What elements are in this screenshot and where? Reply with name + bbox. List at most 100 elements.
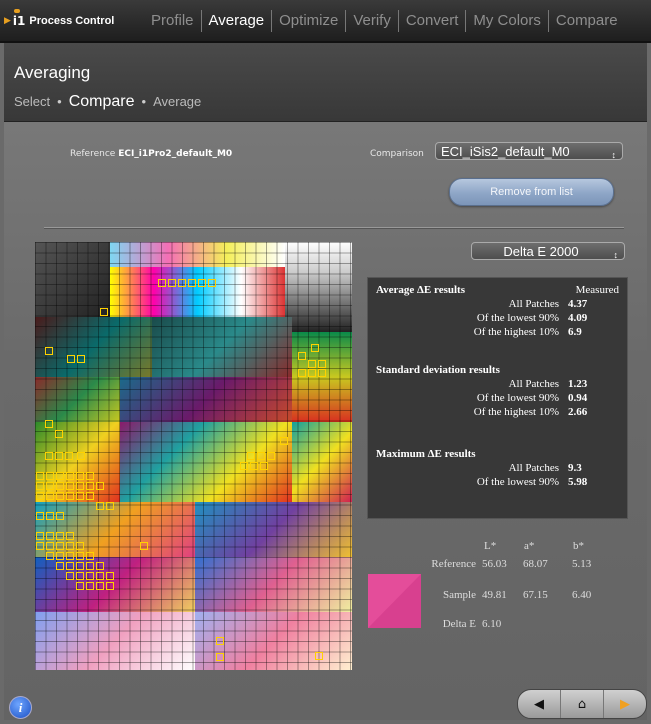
highlighted-patch-marker — [198, 279, 206, 287]
highlighted-patch-marker — [76, 492, 84, 500]
lab-delta-label: Delta E — [442, 618, 476, 630]
measured-column-header: Measured — [575, 284, 619, 296]
lab-sample-a: 67.15 — [523, 589, 548, 601]
highlighted-patch-marker — [56, 482, 64, 490]
breadcrumb-average[interactable]: Average — [153, 94, 201, 109]
highlighted-patch-marker — [298, 352, 306, 360]
result-label: Of the lowest 90% — [476, 476, 559, 488]
app-logo[interactable]: ▶ i1 Process Control — [0, 0, 144, 41]
highlighted-patch-marker — [106, 572, 114, 580]
highlighted-patch-marker — [76, 482, 84, 490]
highlighted-patch-marker — [86, 572, 94, 580]
i1-logo-icon: i1 — [12, 8, 26, 28]
result-row: Of the highest 10% 2.66 — [368, 406, 627, 420]
main-panel: Reference ECI_i1Pro2_default_M0 Comparis… — [4, 122, 647, 720]
lab-header-b: b* — [573, 540, 584, 552]
result-label: Of the lowest 90% — [476, 392, 559, 404]
highlighted-patch-marker — [250, 462, 258, 470]
result-label: Of the highest 10% — [473, 406, 559, 418]
result-row: All Patches 9.3 — [368, 462, 627, 476]
breadcrumb-compare[interactable]: Compare — [69, 93, 135, 111]
comparison-label: Comparison — [370, 149, 424, 159]
highlighted-patch-marker — [36, 512, 44, 520]
comparison-selected: ECI_iSis2_default_M0 — [441, 144, 570, 159]
highlighted-patch-marker — [46, 482, 54, 490]
highlighted-patch-marker — [240, 462, 248, 470]
lab-reference-a: 68.07 — [523, 558, 548, 570]
highlighted-patch-marker — [36, 482, 44, 490]
highlighted-patch-marker — [66, 532, 74, 540]
highlighted-patch-marker — [311, 344, 319, 352]
result-label: All Patches — [508, 462, 559, 474]
highlighted-patch-marker — [318, 360, 326, 368]
highlighted-patch-marker — [66, 572, 74, 580]
back-arrow-icon[interactable]: ◀ — [518, 690, 560, 718]
highlighted-patch-marker — [96, 572, 104, 580]
highlighted-patch-marker — [260, 462, 268, 470]
forward-arrow-icon[interactable]: ▶ — [603, 690, 646, 718]
highlighted-patch-marker — [56, 512, 64, 520]
play-arrow-icon: ▶ — [4, 15, 11, 26]
highlighted-patch-marker — [66, 472, 74, 480]
tab-optimize[interactable]: Optimize — [271, 9, 345, 32]
highlighted-patch-marker — [66, 552, 74, 560]
result-value: 9.3 — [568, 462, 582, 474]
highlighted-patch-marker — [76, 562, 84, 570]
comparison-select[interactable]: ECI_iSis2_default_M0 ↕ — [435, 142, 623, 160]
divider — [44, 227, 624, 229]
lab-sample-b: 6.40 — [572, 589, 592, 601]
tab-average[interactable]: Average — [200, 9, 272, 32]
info-icon[interactable]: i — [9, 696, 32, 719]
highlighted-patch-marker — [45, 420, 53, 428]
lab-delta-value: 6.10 — [482, 618, 502, 630]
breadcrumb-select[interactable]: Select — [14, 94, 50, 109]
highlighted-patch-marker — [66, 492, 74, 500]
breadcrumb: Select • Compare • Average — [14, 93, 201, 111]
result-row: Of the highest 10% 6.9 — [368, 326, 627, 340]
highlighted-patch-marker — [46, 532, 54, 540]
result-row: All Patches 4.37 — [368, 298, 627, 312]
highlighted-patch-marker — [86, 492, 94, 500]
result-label: Of the highest 10% — [473, 326, 559, 338]
tab-verify[interactable]: Verify — [345, 9, 398, 32]
results-header-row: Average ΔE results Measured — [368, 284, 627, 298]
highlighted-patch-marker — [188, 279, 196, 287]
highlighted-patch-marker — [86, 482, 94, 490]
highlighted-patch-marker — [56, 532, 64, 540]
highlighted-patch-marker — [247, 452, 255, 460]
result-row: Of the lowest 90% 0.94 — [368, 392, 627, 406]
highlighted-patch-marker — [106, 582, 114, 590]
result-value: 0.94 — [568, 392, 588, 404]
highlighted-patch-marker — [106, 502, 114, 510]
highlighted-patch-marker — [66, 542, 74, 550]
delta-e-metric-select[interactable]: Delta E 2000 ↕ — [471, 242, 625, 260]
reference-label: Reference ECI_i1Pro2_default_M0 — [70, 149, 232, 159]
lab-header-a: a* — [524, 540, 535, 552]
highlighted-patch-marker — [46, 492, 54, 500]
highlighted-patch-marker — [318, 369, 326, 377]
highlighted-patch-marker — [56, 542, 64, 550]
highlighted-patch-marker — [36, 472, 44, 480]
result-label: All Patches — [508, 378, 559, 390]
reference-value: ECI_i1Pro2_default_M0 — [118, 149, 233, 159]
tab-my-colors[interactable]: My Colors — [465, 9, 548, 32]
highlighted-patch-marker — [56, 562, 64, 570]
tab-profile[interactable]: Profile — [144, 10, 201, 32]
result-value: 1.23 — [568, 378, 588, 390]
highlighted-patch-marker — [140, 542, 148, 550]
highlighted-patch-marker — [46, 472, 54, 480]
highlighted-patch-marker — [168, 279, 176, 287]
home-icon[interactable]: ⌂ — [560, 690, 603, 718]
highlighted-patch-marker — [280, 437, 288, 445]
highlighted-patch-marker — [96, 562, 104, 570]
result-label: Of the lowest 90% — [476, 312, 559, 324]
tab-convert[interactable]: Convert — [397, 9, 466, 32]
tab-compare[interactable]: Compare — [547, 9, 625, 32]
highlighted-patch-marker — [178, 279, 186, 287]
metric-selected: Delta E 2000 — [503, 244, 579, 259]
highlighted-patch-marker — [36, 532, 44, 540]
page-header: Averaging Select • Compare • Average — [4, 43, 647, 122]
highlighted-patch-marker — [56, 472, 64, 480]
color-swatch — [368, 574, 421, 628]
remove-from-list-button[interactable]: Remove from list — [449, 178, 614, 206]
